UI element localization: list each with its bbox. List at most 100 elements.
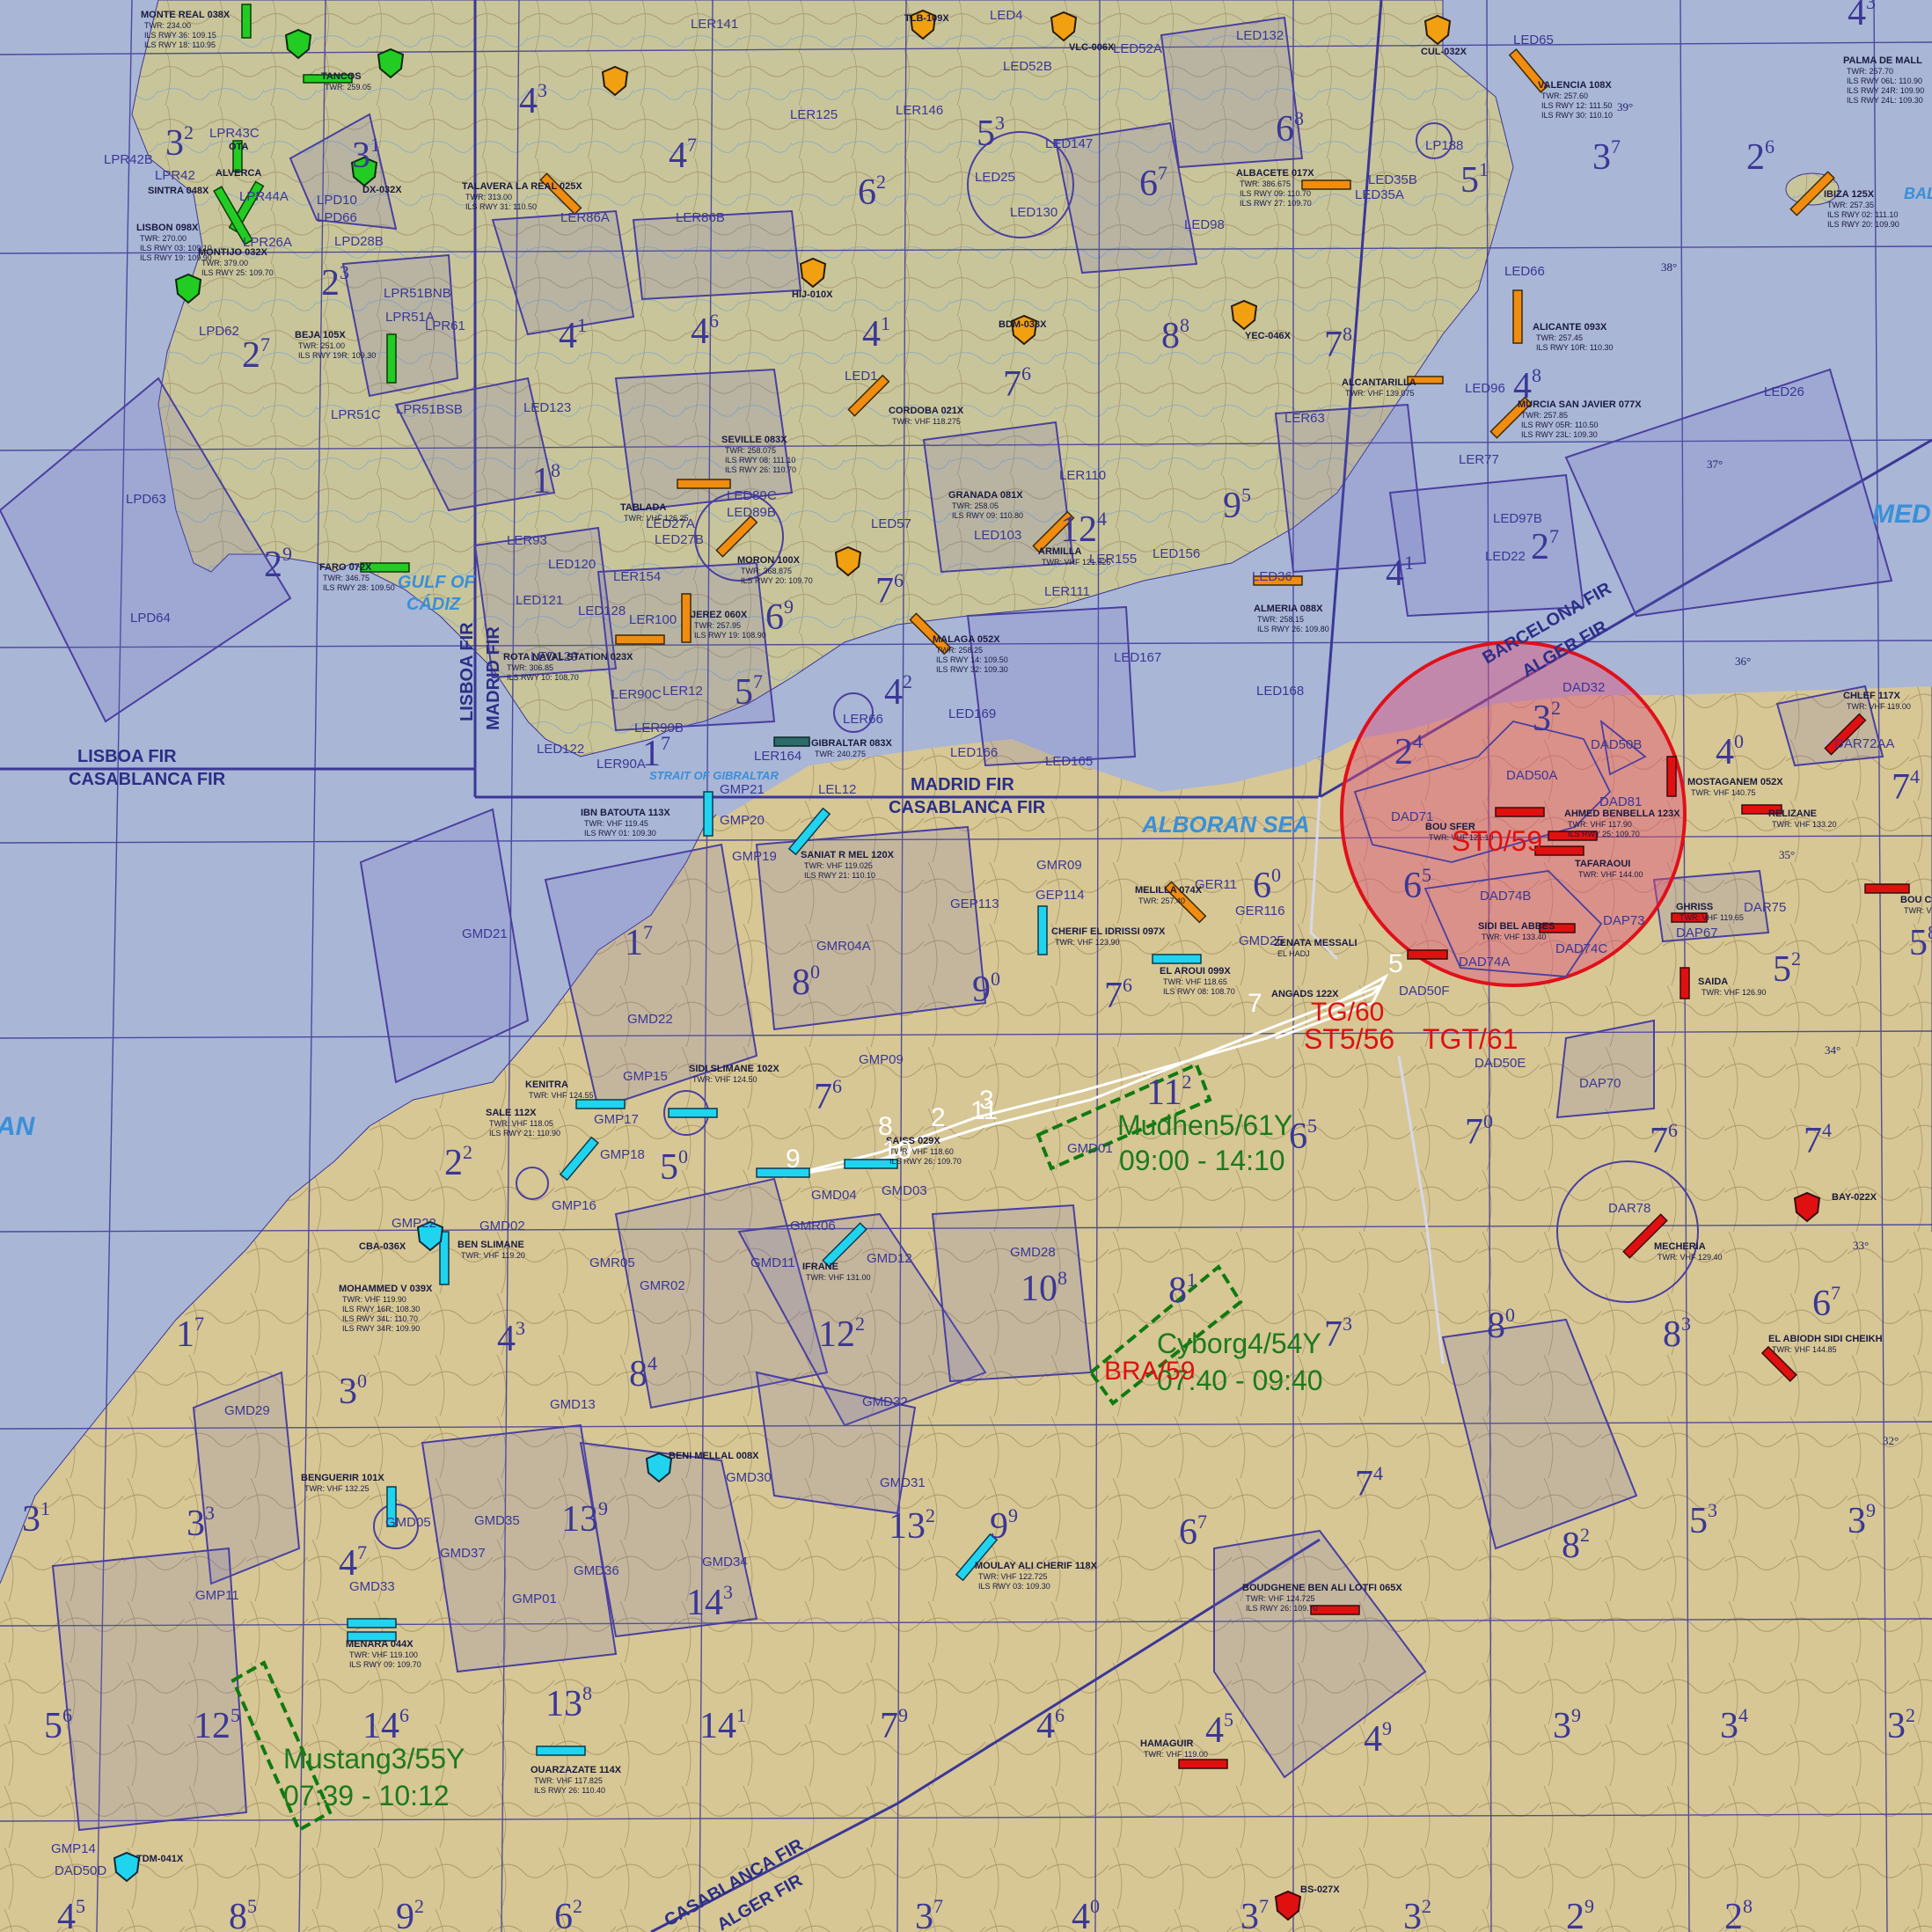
- airbase-info: ILS RWY 09: 110.80: [952, 511, 1023, 520]
- airbase-hij[interactable]: HIJ-010X: [792, 289, 833, 300]
- svg-text:GMR02: GMR02: [640, 1278, 685, 1293]
- svg-text:LPD63: LPD63: [126, 492, 166, 507]
- target-label[interactable]: TGT/61: [1423, 1023, 1518, 1055]
- waypoint-2[interactable]: 2: [931, 1103, 946, 1132]
- flight-mustang-name[interactable]: Mustang3/55Y: [283, 1743, 465, 1775]
- waypoint-9[interactable]: 9: [786, 1145, 801, 1174]
- airbase-name: LISBON 098X: [136, 223, 199, 233]
- tg60-label[interactable]: TG/60: [1311, 998, 1384, 1027]
- tactical-map[interactable]: LISBOA FIR CASABLANCA FIR MADRID FIR CAS…: [0, 0, 1932, 1932]
- sam-label[interactable]: ST0/59: [1452, 825, 1542, 857]
- airbase-info: ILS RWY 36: 109.15: [144, 31, 216, 40]
- svg-text:LED156: LED156: [1153, 546, 1200, 561]
- airbase-info: TWR: 257.35: [1827, 201, 1874, 209]
- airbase-name: MELILLA 074X: [1135, 885, 1203, 896]
- svg-text:LED27B: LED27B: [655, 532, 704, 547]
- svg-text:LED128: LED128: [578, 604, 626, 618]
- lat-37: 37°: [1707, 457, 1723, 471]
- airbase-name: BOUDGHENE BEN ALI LOTFI 065X: [1242, 1583, 1402, 1593]
- svg-text:DAD74C: DAD74C: [1555, 941, 1607, 956]
- airbase-info: ILS RWY 25: 109.70: [201, 268, 274, 277]
- svg-text:DAD74B: DAD74B: [1480, 889, 1531, 904]
- svg-text:LED96: LED96: [1465, 381, 1505, 396]
- airbase-bay[interactable]: BAY-022X: [1832, 1192, 1877, 1203]
- waypoint-10[interactable]: 10: [882, 1136, 911, 1165]
- airbase-menara[interactable]: MENARA 044XTWR: VHF 119.100ILS RWY 09: 1…: [346, 1639, 421, 1669]
- sea-label-med: MED: [1872, 500, 1931, 529]
- airbase-cul[interactable]: CUL-032X: [1421, 47, 1467, 57]
- lat-39: 39°: [1617, 100, 1633, 113]
- flight-mustang-time: 07:39 - 10:12: [283, 1780, 450, 1811]
- svg-text:GMR04A: GMR04A: [816, 939, 871, 954]
- airbase-name: GIBRALTAR 083X: [811, 738, 893, 749]
- airbase-info: ILS RWY 10: 108.70: [507, 673, 579, 682]
- svg-text:LER111: LER111: [1044, 584, 1090, 599]
- flight-cyborg-name[interactable]: Cyborg4/54Y: [1157, 1328, 1321, 1359]
- airbase-info: ILS RWY 09: 109.70: [349, 1660, 421, 1669]
- airbase-name: IBIZA 125X: [1824, 189, 1875, 200]
- svg-text:GMD33: GMD33: [349, 1579, 395, 1594]
- airbase-name: CUL-032X: [1421, 47, 1467, 57]
- fir-label-lisboa-vertical: LISBOA FIR: [457, 622, 477, 721]
- svg-text:DAD50B: DAD50B: [1591, 737, 1642, 752]
- airbase-alcantarilla[interactable]: ALCANTARILLATWR: VHF 139.075: [1342, 377, 1416, 398]
- svg-text:LER90C: LER90C: [611, 687, 662, 702]
- fir-label-madrid-vertical: MADRID FIR: [484, 626, 503, 730]
- st-label[interactable]: ST5/56: [1304, 1023, 1394, 1055]
- airbase-tmn[interactable]: TDM-041X: [136, 1854, 184, 1864]
- flight-mudhen-name[interactable]: Mudhen5/61Y: [1117, 1109, 1292, 1141]
- airbase-info: TWR: VHF 124.55: [529, 1091, 594, 1100]
- airbase-vlc[interactable]: VLC-006X: [1069, 42, 1115, 53]
- airbase-name: ALVERCA: [216, 168, 261, 179]
- airbase-bou-chekif[interactable]: BOU CTWR: VHF: [1900, 895, 1932, 915]
- airbase-beni-mellal[interactable]: BENI MELLAL 008X: [669, 1451, 759, 1461]
- lat-34: 34°: [1825, 1043, 1841, 1057]
- airbase-sintra[interactable]: SINTRA 048X: [148, 186, 209, 196]
- airbase-bs[interactable]: BS-027X: [1300, 1884, 1340, 1895]
- airbase-mohammed-v[interactable]: MOHAMMED V 039XTWR: VHF 119.90ILS RWY 16…: [339, 1284, 433, 1333]
- svg-text:LP188: LP188: [1425, 138, 1463, 153]
- svg-text:GEP113: GEP113: [950, 896, 999, 911]
- airbase-yec[interactable]: YEC-046X: [1245, 331, 1292, 341]
- airbase-name: ALMERIA 088X: [1254, 604, 1323, 614]
- svg-text:LPR51BSB: LPR51BSB: [396, 402, 463, 417]
- airbase-bdm[interactable]: BDM-033X: [999, 319, 1047, 330]
- waypoint-7[interactable]: 7: [1248, 989, 1262, 1018]
- airbase-name: BDM-033X: [999, 319, 1047, 330]
- waypoint-5[interactable]: 5: [1388, 949, 1403, 978]
- airbase-ota[interactable]: OTA: [229, 142, 248, 152]
- svg-text:LED52B: LED52B: [1003, 59, 1052, 74]
- svg-text:GMP17: GMP17: [594, 1112, 639, 1127]
- lat-32: 32°: [1883, 1434, 1899, 1447]
- airbase-alverca[interactable]: ALVERCA: [216, 168, 261, 179]
- airbase-info: TWR: 240.275: [815, 750, 866, 758]
- airbase-info: TWR: VHF 119.100: [349, 1650, 418, 1659]
- svg-text:LED165: LED165: [1045, 754, 1093, 769]
- airbase-sidi-bel-abbes[interactable]: SIDI BEL ABBESTWR: VHF 133.40: [1478, 921, 1555, 941]
- airbase-ben-slimane[interactable]: BEN SLIMANETWR: VHF 119.20: [457, 1240, 525, 1260]
- airbase-name: EL AROUI 099X: [1160, 966, 1231, 977]
- bra-label[interactable]: BRA/59: [1104, 1357, 1195, 1386]
- svg-text:GMR09: GMR09: [1036, 858, 1082, 873]
- fir-label-madrid: MADRID FIR: [911, 775, 1014, 794]
- airbase-name: CHLEF 117X: [1843, 691, 1900, 701]
- airbase-cba[interactable]: CBA-036X: [359, 1241, 406, 1252]
- svg-text:LER146: LER146: [896, 103, 943, 118]
- airbase-name: VLC-006X: [1069, 42, 1115, 53]
- airbase-info: ILS RWY 20: 109.70: [741, 576, 813, 585]
- airbase-info: TWR: VHF 133.40: [1482, 933, 1547, 941]
- airbase-palma[interactable]: PALMA DE MALLTWR: 257.70ILS RWY 06L: 110…: [1843, 55, 1924, 105]
- svg-text:DAD50D: DAD50D: [55, 1863, 106, 1878]
- svg-text:LED123: LED123: [523, 400, 571, 415]
- airbase-rkt[interactable]: TLB-109X: [904, 13, 949, 24]
- airbase-cordoba[interactable]: CORDOBA 021XTWR: VHF 118.275: [889, 406, 964, 426]
- waypoint-11[interactable]: 11: [970, 1096, 998, 1125]
- airbase-info: TWR: VHF 119.90: [342, 1295, 406, 1304]
- airbase-info: TWR: VHF 124.725: [1246, 1594, 1315, 1603]
- airbase-el-aroui[interactable]: EL AROUI 099XTWR: VHF 118.65ILS RWY 08: …: [1160, 966, 1235, 996]
- airbase-name: FARO 072X: [319, 562, 372, 573]
- airbase-name: CHERIF EL IDRISSI 097X: [1051, 926, 1166, 937]
- svg-text:LER63: LER63: [1284, 411, 1325, 426]
- airbase-name: OUARZAZATE 114X: [531, 1765, 622, 1775]
- airbase-dx[interactable]: DX-032X: [362, 185, 402, 195]
